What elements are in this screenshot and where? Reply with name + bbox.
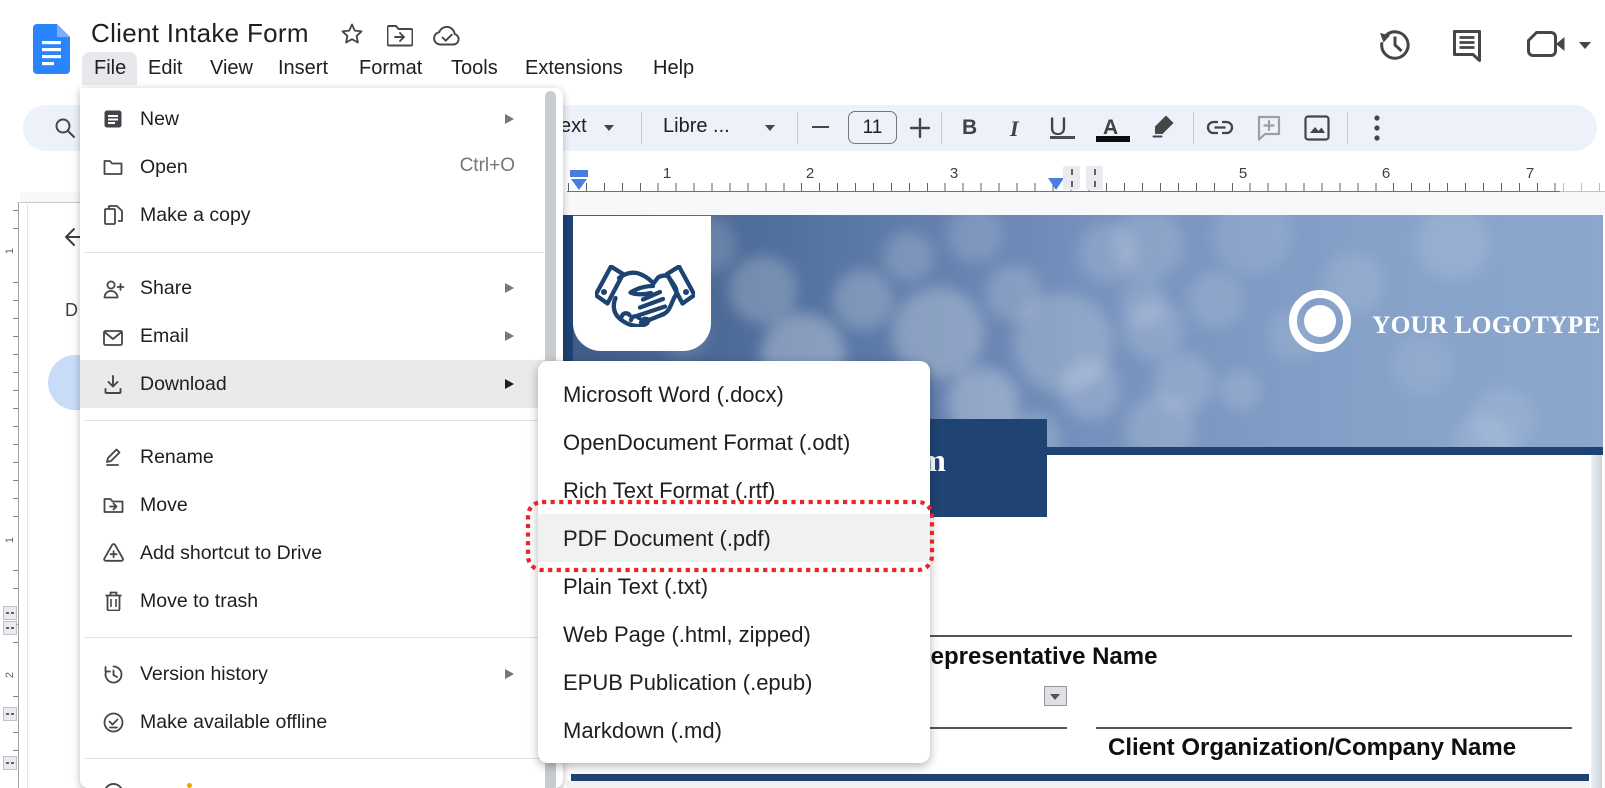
svg-text:1: 1 [4, 248, 16, 254]
svg-text:1: 1 [4, 537, 16, 543]
svg-text:2: 2 [4, 672, 16, 678]
